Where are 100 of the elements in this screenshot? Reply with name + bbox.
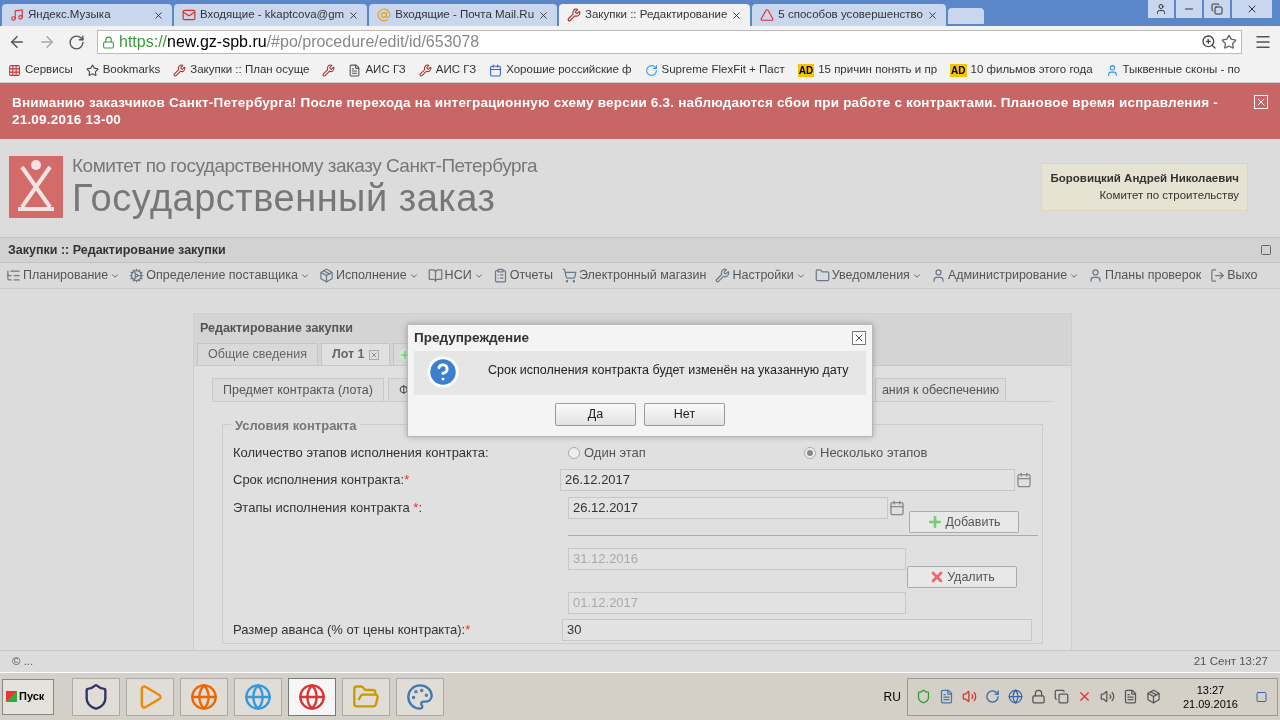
start-button[interactable]: Пуск: [2, 678, 54, 715]
box-icon[interactable]: [1145, 689, 1161, 704]
bookmark[interactable]: Supreme FlexFit + Паст: [644, 61, 785, 79]
page-title: Закупки :: Редактирование закупки: [8, 241, 227, 259]
browser-tab[interactable]: Входящие - kkaptcova@gm: [174, 4, 368, 26]
menu-item[interactable]: Планы проверок: [1088, 266, 1202, 285]
bookmark[interactable]: Тыквенные сконы - по: [1105, 61, 1241, 79]
minimize-button[interactable]: [1176, 0, 1202, 18]
speaker-icon[interactable]: [961, 689, 977, 704]
close-icon[interactable]: [926, 9, 938, 21]
collapse-icon[interactable]: [1260, 244, 1272, 256]
browser-tab[interactable]: Входящие - Почта Mail.Ru: [369, 4, 558, 26]
tab-title: Входящие - kkaptcova@gm: [200, 7, 345, 23]
menu-icon[interactable]: [1254, 33, 1272, 51]
wrench-icon: [322, 63, 336, 77]
user-icon: [1088, 268, 1104, 283]
panel-title: Редактирование закупки: [200, 319, 354, 337]
bookmark[interactable]: Сервисы: [8, 61, 73, 79]
clock-time: 13:27: [1196, 682, 1225, 697]
add-button[interactable]: Добавить: [909, 511, 1019, 533]
palette-icon: [406, 682, 434, 711]
restore-button[interactable]: [1204, 0, 1230, 18]
dialog-button[interactable]: Да: [555, 403, 636, 426]
menu-item[interactable]: Планирование: [6, 266, 121, 285]
bookmark[interactable]: [322, 63, 336, 77]
plus-icon: [927, 514, 944, 530]
menu-item[interactable]: Определение поставщика: [129, 266, 310, 285]
exit-icon: [1210, 268, 1226, 283]
radio-button[interactable]: [804, 447, 816, 459]
delete-button[interactable]: Удалить: [907, 566, 1017, 588]
menu-item[interactable]: Отчеты: [492, 266, 553, 285]
banner-text: Вниманию заказчиков Санкт-Петербурга! После перехода на интеграционную схему версии 6.3. наблюдаются сбои при работе с контрактами. Плановое время исправления - 21.09.2016 13-00: [12, 94, 1219, 128]
tab-title: Закупки :: Редактирование: [585, 7, 728, 23]
address-bar[interactable]: https://new.gz-spb.ru/#po/procedure/edit/id/653078: [97, 30, 1242, 54]
panel-tab[interactable]: Лот 1: [320, 343, 390, 365]
close-icon[interactable]: [538, 9, 550, 21]
user-name: Боровицкий Андрей Николаевич: [1050, 170, 1239, 186]
browser-tab[interactable]: Яндекс.Музыка: [2, 4, 172, 26]
sync-icon[interactable]: [984, 689, 1000, 704]
bookmark[interactable]: Закупки :: План осуще: [173, 61, 310, 79]
book-icon: [427, 268, 443, 283]
bookmark[interactable]: Bookmarks: [85, 61, 161, 79]
menu-item[interactable]: Выхо: [1210, 266, 1258, 285]
language-indicator[interactable]: RU: [883, 687, 901, 706]
menu-item[interactable]: Администрирование: [930, 266, 1080, 285]
taskbar-app[interactable]: [72, 677, 120, 716]
calendar-icon[interactable]: [1016, 471, 1032, 488]
number-field[interactable]: 30: [562, 619, 1032, 641]
sub-tab[interactable]: ания к обеспечению: [874, 378, 1007, 401]
bookmark[interactable]: AD 10 фильмов этого года: [950, 61, 1093, 79]
sub-tab[interactable]: Предмет контракта (лота): [212, 378, 384, 401]
globe-icon: [190, 682, 218, 711]
browser-tab[interactable]: Закупки :: Редактирование: [559, 4, 751, 26]
lock-icon[interactable]: [1030, 689, 1046, 704]
date-field[interactable]: 26.12.2017: [560, 468, 1015, 491]
dialog-button[interactable]: Нет: [644, 403, 725, 426]
tab-title: Входящие - Почта Mail.Ru: [395, 7, 535, 23]
forward-icon[interactable]: [38, 33, 56, 51]
network-icon[interactable]: [1007, 689, 1023, 704]
wrench-icon: [715, 268, 731, 283]
radio-label: Один этап: [584, 444, 646, 463]
menu-item[interactable]: Электронный магазин: [561, 266, 707, 285]
document-icon[interactable]: [938, 689, 954, 704]
date-field[interactable]: 26.12.2017: [568, 497, 888, 519]
mail-icon: [182, 8, 196, 22]
ad-badge: AD: [950, 63, 967, 77]
radio-button[interactable]: [568, 447, 580, 459]
menu-item[interactable]: Настройки: [715, 266, 806, 285]
bookmark[interactable]: AD 15 причин понять и пр: [797, 61, 938, 79]
bookmark[interactable]: АИС ГЗ: [348, 61, 406, 79]
close-icon[interactable]: [852, 331, 866, 345]
menu-item[interactable]: Уведомления: [814, 266, 922, 285]
clipboard-icon[interactable]: [1053, 689, 1069, 704]
music-icon: [10, 8, 24, 22]
volume-icon[interactable]: [1099, 689, 1115, 704]
browser-tab[interactable]: 5 способов усовершенство: [752, 4, 946, 26]
shield-icon[interactable]: [915, 689, 931, 704]
menu-item[interactable]: Исполнение: [318, 266, 419, 285]
globe-icon: [298, 682, 326, 711]
new-tab-button[interactable]: [947, 8, 984, 24]
tab-title: Яндекс.Музыка: [28, 7, 112, 23]
close-icon[interactable]: [153, 9, 164, 21]
reload-icon[interactable]: [68, 33, 85, 51]
close-icon[interactable]: [731, 9, 743, 21]
user-department: Комитет по строительству: [1099, 188, 1239, 203]
calendar-icon[interactable]: [889, 500, 905, 516]
profile-button[interactable]: [1148, 0, 1174, 18]
back-icon[interactable]: [8, 33, 26, 51]
menu-item[interactable]: НСИ: [427, 266, 484, 285]
site-title: Государственный заказ: [72, 177, 497, 219]
zoom-icon[interactable]: [1201, 34, 1217, 50]
panel-tab[interactable]: Общие сведения: [197, 343, 318, 365]
close-icon[interactable]: [348, 9, 360, 21]
bookmark[interactable]: АИС ГЗ: [418, 61, 477, 79]
star-icon: [85, 63, 99, 77]
taskbar-app[interactable]: [288, 677, 336, 716]
star-icon[interactable]: [1221, 34, 1237, 50]
bookmark[interactable]: Хорошие российские ф: [489, 61, 632, 79]
device-icon[interactable]: [1122, 689, 1138, 704]
show-desktop-icon[interactable]: [1254, 690, 1269, 703]
